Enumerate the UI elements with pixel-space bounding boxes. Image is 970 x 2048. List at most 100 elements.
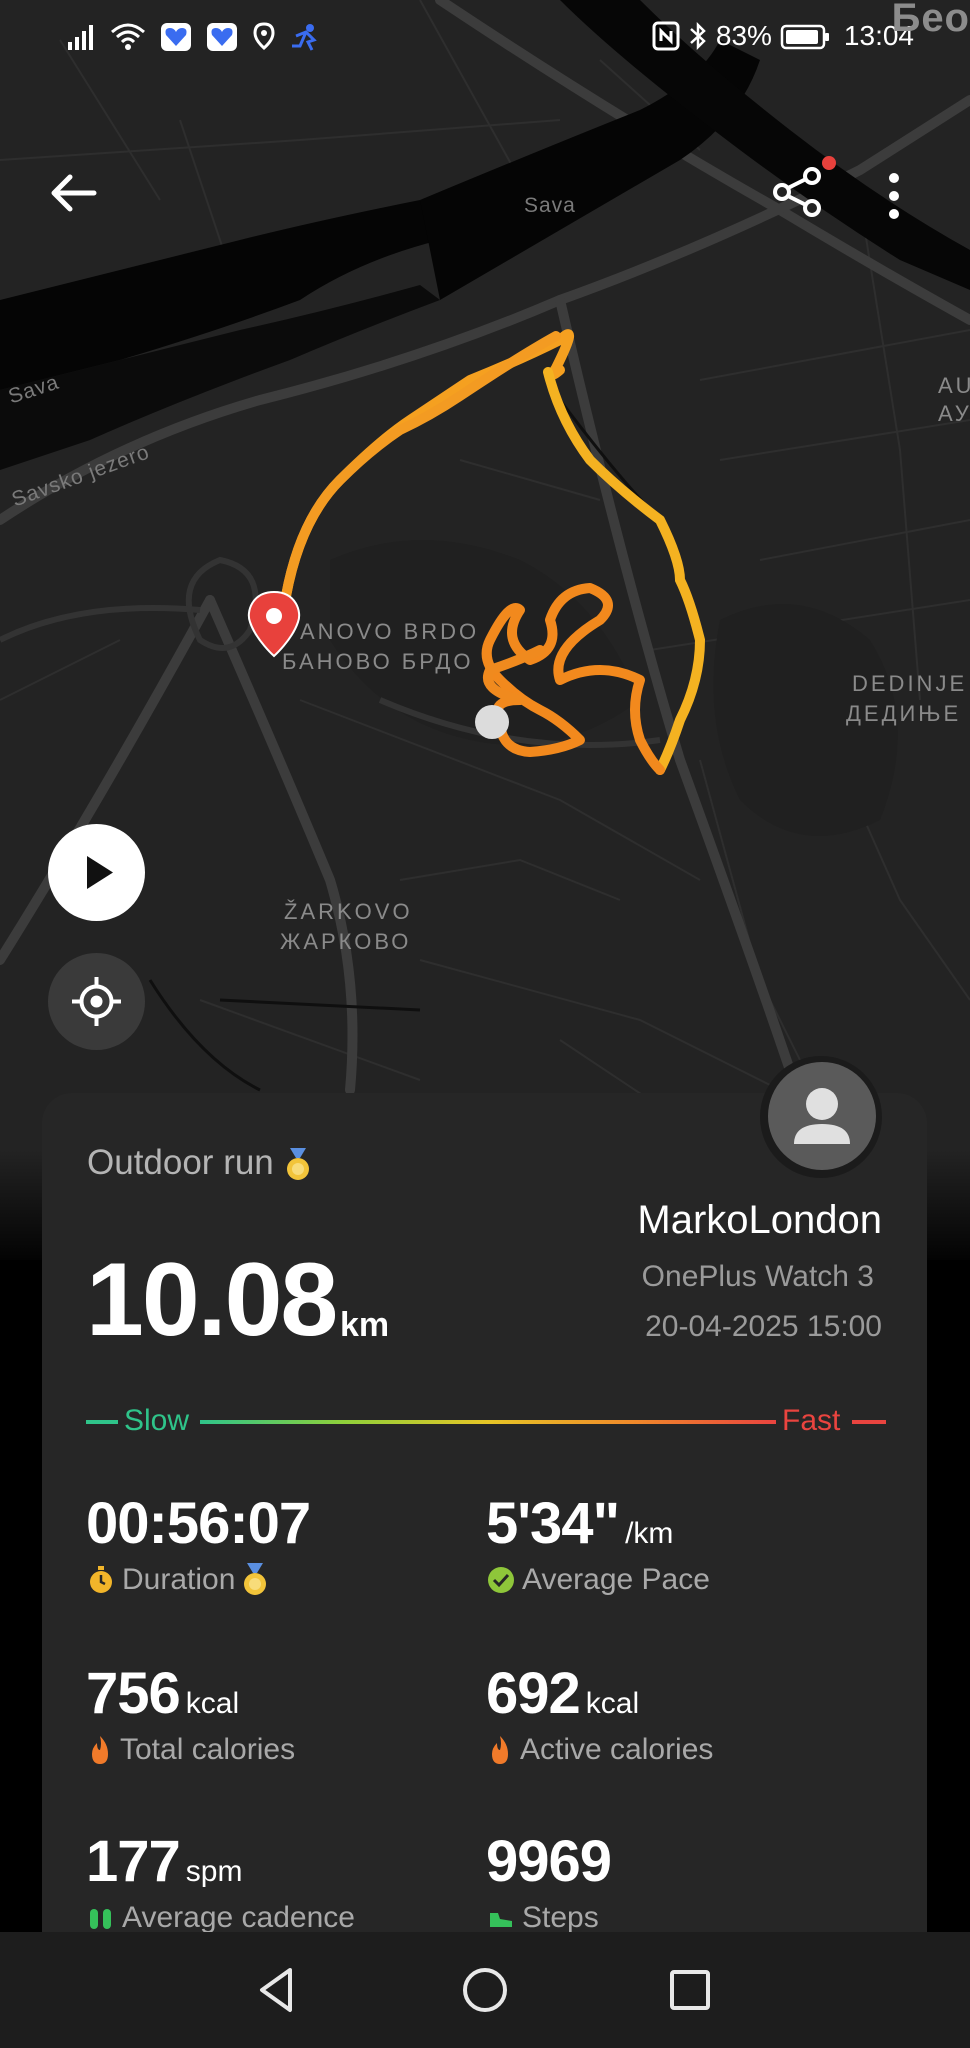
nav-home-button[interactable] <box>457 1962 513 2018</box>
pace-check-icon <box>488 1567 514 1593</box>
map-label-zarkovo-cyrillic: ЖАРКОВО <box>280 929 412 954</box>
stat-active-calories-unit: kcal <box>585 1687 640 1720</box>
run-app-icon <box>292 24 317 51</box>
workout-datetime: 20-04-2025 15:00 <box>645 1310 882 1343</box>
stat-average-pace-value: 5'34"/km <box>486 1490 710 1557</box>
stat-active-calories-value: 692 kcal <box>486 1660 713 1727</box>
share-icon <box>773 167 821 217</box>
flame-icon <box>92 1736 108 1764</box>
system-navigation-bar <box>0 1932 970 2048</box>
stat-active-calories-number: 692 <box>486 1661 581 1726</box>
activity-type: Outdoor run <box>87 1143 312 1183</box>
shoe-icon <box>490 1913 512 1927</box>
stat-total-calories-label: Total calories <box>86 1733 295 1767</box>
pace-legend-slow: Slow <box>124 1404 190 1437</box>
distance-unit: km <box>340 1306 390 1344</box>
stat-duration-label: Duration <box>86 1563 310 1597</box>
wifi-icon <box>111 23 145 50</box>
stat-total-calories-number: 756 <box>86 1661 181 1726</box>
flame-icon <box>492 1736 508 1764</box>
map-label-zarkovo-latin: ŽARKOVO <box>284 899 413 924</box>
share-button[interactable] <box>768 164 828 220</box>
health-app-icon-2 <box>207 23 237 51</box>
stat-cadence-label: Average cadence <box>86 1901 355 1935</box>
stat-cadence-unit: spm <box>185 1855 243 1888</box>
more-vertical-icon <box>889 173 899 219</box>
map-label-city-corner: Бео <box>891 0 970 40</box>
more-options-button[interactable] <box>870 168 918 224</box>
stat-duration-label-text: Duration <box>122 1563 236 1596</box>
avatar[interactable] <box>768 1062 876 1170</box>
nav-recents-button[interactable] <box>662 1962 718 2018</box>
map-label-dedinje-latin: DEDINJE <box>852 671 968 696</box>
map-label-dedinje-cyrillic: ДЕДИЊЕ <box>846 701 962 726</box>
stat-duration-value: 00:56:07 <box>86 1490 311 1557</box>
nav-back-button[interactable] <box>250 1962 306 2018</box>
stat-active-calories-label-text: Active calories <box>520 1733 714 1766</box>
stat-total-calories-unit: kcal <box>185 1687 240 1720</box>
stopwatch-icon <box>90 1566 112 1593</box>
username: MarkoLondon <box>637 1198 882 1242</box>
battery-percent: 83% <box>715 20 772 51</box>
triangle-back-icon <box>260 1968 292 2012</box>
battery-icon <box>780 24 829 50</box>
activity-type-label: Outdoor run <box>87 1143 274 1182</box>
status-left-icons <box>66 22 322 52</box>
map-label-sava-top: Sava <box>524 194 576 217</box>
device-name: OnePlus Watch 3 <box>641 1260 874 1293</box>
location-icon <box>253 22 275 51</box>
stat-steps-number: 9969 <box>486 1829 612 1894</box>
stat-duration: 00:56:07 Duration <box>86 1490 311 1597</box>
back-button[interactable] <box>44 168 104 218</box>
crosshair-icon <box>72 977 121 1026</box>
stat-average-pace-label: Average Pace <box>486 1563 710 1597</box>
stat-cadence: 177 spm Average cadence <box>86 1828 355 1935</box>
pace-legend-gradient <box>200 1420 776 1424</box>
play-icon <box>87 856 113 889</box>
play-route-button[interactable] <box>48 824 145 921</box>
map-label-au-cyrillic: АУ <box>938 401 970 426</box>
health-app-icon <box>161 23 191 51</box>
status-bar: 83% 13:04 Бео <box>0 0 970 82</box>
signal-icon <box>68 25 93 50</box>
stat-average-pace-number: 5'34" <box>486 1491 620 1556</box>
stat-steps: 9969 Steps <box>486 1828 612 1935</box>
map-label-banovo-latin: ANOVO BRDO <box>300 619 480 644</box>
pace-legend-fast-line <box>852 1420 886 1424</box>
route-start-pin <box>247 590 301 658</box>
stat-average-pace: 5'34"/km Average Pace <box>486 1490 710 1597</box>
stat-duration-number: 00:56:07 <box>86 1491 311 1556</box>
stat-active-calories: 692 kcal Active calories <box>486 1660 713 1767</box>
circle-home-icon <box>463 1968 507 2012</box>
route-end-marker <box>475 705 509 739</box>
stat-steps-label: Steps <box>486 1901 611 1935</box>
stat-total-calories-value: 756 kcal <box>86 1660 295 1727</box>
distance-value: 10.08 <box>86 1242 338 1358</box>
stat-cadence-value: 177 spm <box>86 1828 355 1895</box>
stat-total-calories: 756 kcal Total calories <box>86 1660 295 1767</box>
footsteps-icon <box>90 1909 111 1929</box>
stat-cadence-label-text: Average cadence <box>122 1901 355 1934</box>
medal-icon <box>286 1147 309 1180</box>
map-label-au-latin: AU <box>938 373 970 398</box>
user-icon <box>794 1088 850 1144</box>
stat-cadence-number: 177 <box>86 1829 181 1894</box>
map-label-banovo-cyrillic: БАНОВО БРДО <box>282 649 474 674</box>
stat-steps-label-text: Steps <box>522 1901 599 1934</box>
medal-icon <box>244 1563 267 1595</box>
stat-total-calories-label-text: Total calories <box>120 1733 296 1766</box>
recenter-button[interactable] <box>48 953 145 1050</box>
stat-active-calories-label: Active calories <box>486 1733 713 1767</box>
stat-average-pace-label-text: Average Pace <box>522 1563 710 1596</box>
square-recents-icon <box>670 1970 710 2010</box>
nfc-icon <box>652 21 680 51</box>
pace-legend-slow-line <box>86 1420 118 1424</box>
notification-dot <box>822 156 836 170</box>
stat-average-pace-unit: /km <box>625 1517 674 1550</box>
arrow-left-icon <box>51 174 97 212</box>
pace-legend-fast: Fast <box>782 1404 841 1437</box>
bluetooth-icon <box>690 21 706 51</box>
status-right-icons: 83% 13:04 <box>652 20 914 52</box>
workout-detail-screen: Sava Sava Savsko jezero ANOVO BRDO БАНОВ… <box>0 0 970 2048</box>
stat-steps-value: 9969 <box>486 1828 612 1895</box>
